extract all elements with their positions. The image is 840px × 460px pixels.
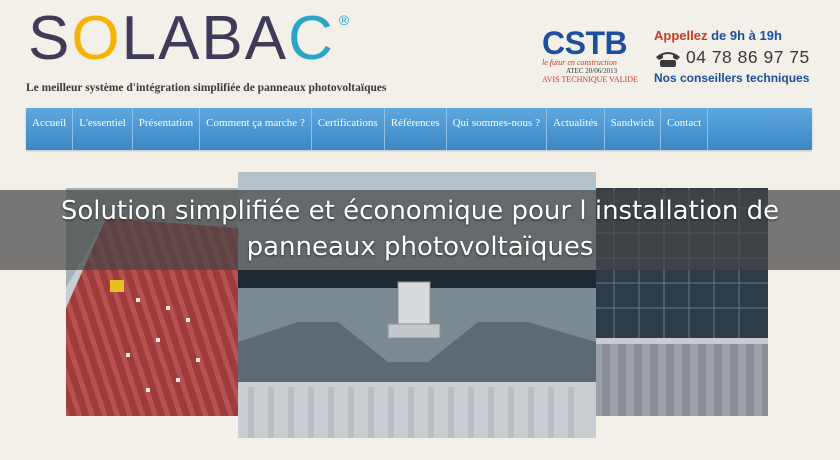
cstb-logo: CSTB <box>542 25 628 61</box>
phone-number[interactable]: 04 78 86 97 75 <box>686 47 810 68</box>
tagline: Le meilleur système d'intégration simpli… <box>26 82 387 94</box>
nav-item-accueil[interactable]: Accueil <box>26 108 74 150</box>
cstb-certification-badge: CSTB le futur en construction ATEC 20/06… <box>542 25 644 84</box>
hero-headline: Solution simplifiée et économique pour l… <box>0 193 840 265</box>
nav-item-presentation[interactable]: Présentation <box>133 108 201 150</box>
nav-item-actualites[interactable]: Actualités <box>547 108 605 150</box>
logo-letter-o: O <box>71 4 122 73</box>
cstb-avis: AVIS TECHNIQUE VALIDE <box>542 75 638 84</box>
phone-icon <box>656 51 680 67</box>
contact-hours: Appellez de 9h à 19h <box>654 28 810 43</box>
nav-item-qui-sommes-nous[interactable]: Qui sommes-nous ? <box>447 108 547 150</box>
logo-letters-laba: LABA <box>121 4 289 73</box>
nav-item-essentiel[interactable]: L'essentiel <box>73 108 133 150</box>
logo-letter-c: C <box>288 4 335 73</box>
logo-letter-s: S <box>28 4 72 73</box>
phone-row[interactable]: 04 78 86 97 75 <box>654 47 810 68</box>
logo-wordmark: SOLABAC <box>28 8 335 70</box>
nav-item-references[interactable]: Références <box>385 108 447 150</box>
hero-line-1: Solution simplifiée et économique pour l… <box>60 196 780 226</box>
nav-item-comment-ca-marche[interactable]: Comment ça marche ? <box>200 108 312 150</box>
contact-block: Appellez de 9h à 19h 04 78 86 97 75 Nos … <box>654 28 810 85</box>
contact-hours-prefix: Appellez <box>654 28 708 43</box>
nav-item-sandwich[interactable]: Sandwich <box>605 108 661 150</box>
registered-mark: ® <box>338 12 350 28</box>
contact-hours-suffix: de 9h à 19h <box>707 28 782 43</box>
cstb-subtitle: le futur en construction <box>542 58 617 67</box>
cstb-atec: ATEC 20/06/2013 <box>566 67 618 75</box>
hero-line-2: panneaux photovoltaïques <box>246 232 594 262</box>
main-nav: Accueil L'essentiel Présentation Comment… <box>26 108 812 150</box>
contact-note: Nos conseillers techniques <box>654 71 810 85</box>
nav-item-contact[interactable]: Contact <box>661 108 709 150</box>
solabac-logo[interactable]: SOLABAC ® <box>28 8 349 70</box>
nav-item-certifications[interactable]: Certifications <box>312 108 385 150</box>
